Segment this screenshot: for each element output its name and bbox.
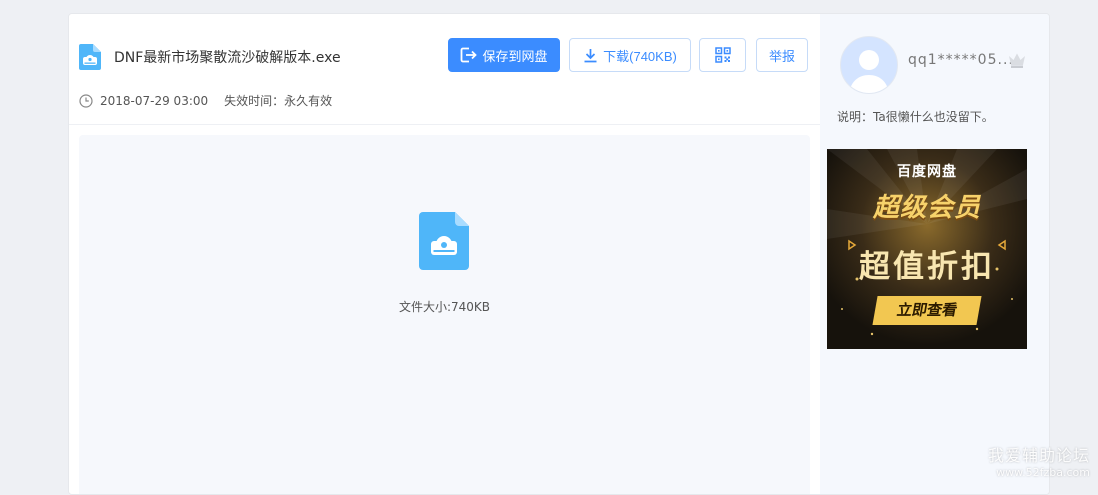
qrcode-icon (714, 47, 731, 63)
file-meta: 2018-07-29 03:00 失效时间：永久有效 (79, 92, 332, 109)
report-button[interactable]: 举报 (756, 38, 808, 72)
vip-ad-banner[interactable]: 百度网盘 超级会员 超值折扣 立即查看 (827, 149, 1027, 349)
crown-icon (1009, 53, 1025, 68)
user-description: 说明：Ta很懒什么也没留下。 (837, 110, 994, 124)
download-button-label: 下载(740KB) (603, 48, 677, 64)
watermark-title: 我爱辅助论坛 (987, 446, 1090, 465)
qrcode-button[interactable] (699, 38, 746, 72)
username[interactable]: qq1*****05... (908, 52, 1014, 68)
user-avatar-icon (849, 50, 889, 93)
ad-discount: 超值折扣 (859, 249, 995, 285)
header-divider (69, 124, 820, 125)
download-button[interactable]: 下载(740KB) (569, 38, 691, 72)
watermark-url: www.52fzba.com (996, 466, 1090, 479)
report-button-label: 举报 (768, 48, 795, 64)
file-name: DNF最新市场聚散流沙破解版本.exe (114, 50, 341, 66)
site-watermark: 我爱辅助论坛 www.52fzba.com (988, 442, 1090, 479)
file-disc-icon (419, 212, 469, 270)
save-to-disk-icon (461, 47, 478, 63)
ad-brand: 百度网盘 (897, 164, 957, 180)
download-icon (584, 48, 597, 62)
ad-title: 超级会员 (872, 193, 981, 223)
avatar[interactable] (840, 36, 898, 94)
share-date: 2018-07-29 03:00 (100, 93, 209, 108)
file-header: DNF最新市场聚散流沙破解版本.exe (79, 44, 341, 70)
file-size-text: 文件大小:740KB (398, 300, 491, 314)
file-main-panel: DNF最新市场聚散流沙破解版本.exe 2018-07-29 03:00 失效时… (69, 14, 820, 494)
share-card: DNF最新市场聚散流沙破解版本.exe 2018-07-29 03:00 失效时… (68, 13, 1050, 495)
file-disc-icon (79, 44, 101, 70)
user-side-panel: qq1*****05... 说明：Ta很懒什么也没留下。 百度网盘 超级会员 超… (820, 14, 1049, 494)
expiry-text: 失效时间：永久有效 (224, 94, 333, 108)
clock-icon (79, 93, 93, 108)
save-to-netdisk-button[interactable]: 保存到网盘 (448, 38, 560, 72)
file-preview-area: 文件大小:740KB (79, 135, 810, 494)
ad-cta-button[interactable]: 立即查看 (872, 296, 982, 325)
save-button-label: 保存到网盘 (482, 48, 548, 64)
